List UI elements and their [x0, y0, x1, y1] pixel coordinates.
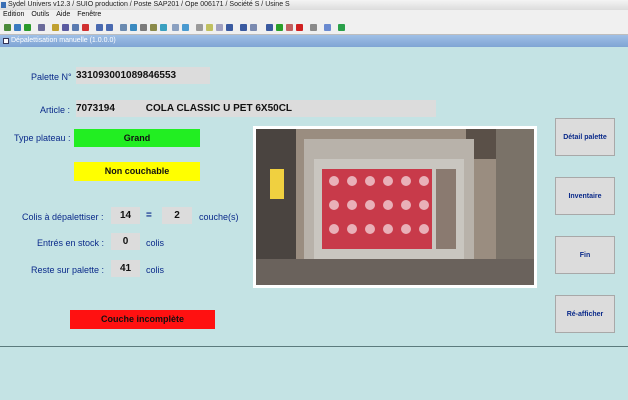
- menu-bar: Edition Outils Aide Fenêtre: [0, 10, 628, 20]
- colis-label: Colis à dépalettiser :: [22, 212, 104, 222]
- article-code: 7073194: [76, 103, 115, 114]
- subwindow-title: Dépalettisation manuelle (1.0.0.0): [11, 37, 116, 44]
- add-icon[interactable]: [276, 24, 283, 31]
- back-icon[interactable]: [4, 24, 11, 31]
- sync-icon[interactable]: [182, 24, 189, 31]
- type-plateau-badge: Grand: [74, 129, 200, 147]
- window-icon[interactable]: [172, 24, 179, 31]
- equals-sign: =: [146, 210, 152, 221]
- export-icon[interactable]: [250, 24, 257, 31]
- detail-palette-button[interactable]: Détail palette: [555, 118, 615, 156]
- menu-aide[interactable]: Aide: [56, 10, 70, 20]
- save-as-icon[interactable]: [240, 24, 247, 31]
- copy-icon[interactable]: [216, 24, 223, 31]
- table-icon[interactable]: [120, 24, 127, 31]
- menu-edition[interactable]: Edition: [3, 10, 24, 20]
- info-icon[interactable]: [324, 24, 331, 31]
- reste-label: Reste sur palette :: [31, 265, 105, 275]
- entres-unit: colis: [146, 238, 165, 248]
- article-label: Article :: [40, 105, 71, 115]
- divider: [0, 346, 628, 347]
- mail-icon[interactable]: [310, 24, 317, 31]
- type-plateau-label: Type plateau :: [14, 133, 71, 143]
- filter-icon[interactable]: [62, 24, 69, 31]
- window-icon: [3, 38, 9, 44]
- sort-desc-icon[interactable]: [106, 24, 113, 31]
- subwindow-title-bar: Dépalettisation manuelle (1.0.0.0): [0, 35, 628, 47]
- forward-icon[interactable]: [24, 24, 31, 31]
- article-name: COLA CLASSIC U PET 6X50CL: [145, 103, 293, 114]
- menu-fenetre[interactable]: Fenêtre: [77, 10, 101, 20]
- save-icon[interactable]: [226, 24, 233, 31]
- list-icon[interactable]: [38, 24, 45, 31]
- chart-icon[interactable]: [130, 24, 137, 31]
- open-icon[interactable]: [206, 24, 213, 31]
- delete-icon[interactable]: [82, 24, 89, 31]
- palette-label: Palette N°: [31, 72, 72, 82]
- exit-icon[interactable]: [338, 24, 345, 31]
- reafficher-button[interactable]: Ré-afficher: [555, 295, 615, 333]
- sort-asc-icon[interactable]: [96, 24, 103, 31]
- status-badge: Couche incomplète: [70, 310, 215, 329]
- disk-icon[interactable]: [266, 24, 273, 31]
- reste-unit: colis: [146, 265, 165, 275]
- app-title: Sydel Univers v12.3 / SUIO production / …: [8, 1, 290, 8]
- app-title-bar: Sydel Univers v12.3 / SUIO production / …: [0, 0, 628, 10]
- menu-icon[interactable]: [72, 24, 79, 31]
- zoom-icon[interactable]: [160, 24, 167, 31]
- camera-view: [253, 126, 537, 288]
- entres-value: 0: [111, 233, 140, 250]
- page-icon[interactable]: [140, 24, 147, 31]
- search-icon[interactable]: [150, 24, 157, 31]
- inventaire-button[interactable]: Inventaire: [555, 177, 615, 215]
- app-icon: [1, 2, 6, 8]
- print-icon[interactable]: [196, 24, 203, 31]
- reste-value: 41: [111, 260, 140, 277]
- couches-value: 2: [162, 207, 192, 224]
- cancel-icon[interactable]: [296, 24, 303, 31]
- entres-label: Entrés en stock :: [37, 238, 105, 248]
- couches-unit: couche(s): [199, 212, 239, 222]
- help-icon[interactable]: [52, 24, 59, 31]
- colis-value: 14: [111, 207, 140, 224]
- refresh-icon[interactable]: [14, 24, 21, 31]
- couchable-badge: Non couchable: [74, 162, 200, 181]
- camera-image: [256, 129, 534, 285]
- palette-number: 331093001089846553: [76, 67, 210, 84]
- article-field: 7073194 COLA CLASSIC U PET 6X50CL: [76, 100, 436, 117]
- fin-button[interactable]: Fin: [555, 236, 615, 274]
- remove-icon[interactable]: [286, 24, 293, 31]
- toolbar: [0, 20, 628, 35]
- menu-outils[interactable]: Outils: [31, 10, 49, 20]
